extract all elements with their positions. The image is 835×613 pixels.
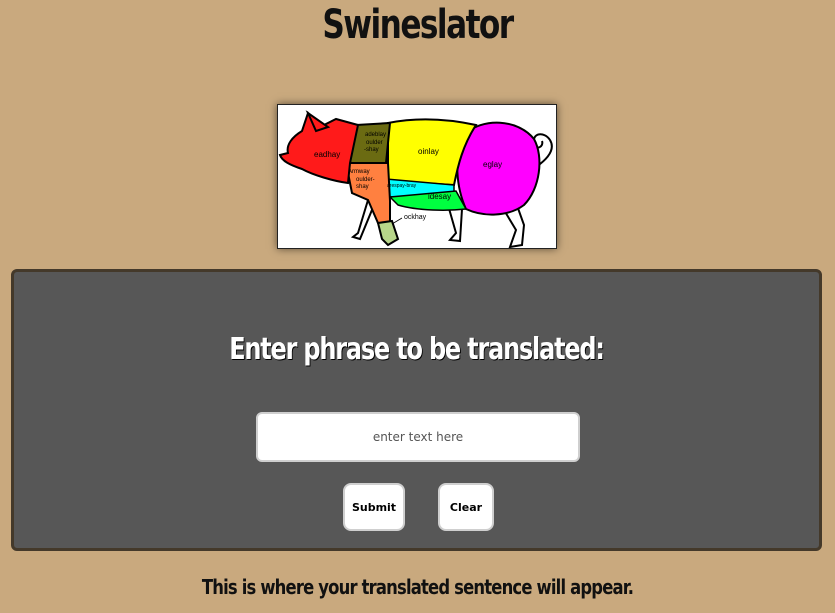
label-loin: oinlay xyxy=(418,147,439,156)
label-shoulder-blade-2: oulder xyxy=(366,140,383,146)
label-arm-1: Armway xyxy=(348,169,370,175)
label-spare-ribs: arespay-bray xyxy=(387,183,417,189)
pig-illustration: eadhay adeblay oulder -shay oinlay eglay… xyxy=(278,110,553,248)
pig-cuts-diagram: eadhay adeblay oulder -shay oinlay eglay… xyxy=(277,104,557,249)
pig-cut-hock xyxy=(376,219,400,247)
submit-button[interactable]: Submit xyxy=(343,483,405,531)
label-hock: ockhay xyxy=(404,214,427,221)
label-arm-2: oulder- xyxy=(356,177,375,183)
label-hock-pointer xyxy=(391,217,403,225)
translator-prompt: Enter phrase to be translated: xyxy=(229,332,605,367)
label-side: idesay xyxy=(428,192,451,201)
clear-button[interactable]: Clear xyxy=(438,483,494,531)
translation-output: This is where your translated sentence w… xyxy=(201,575,634,599)
label-shoulder-blade-1: adeblay xyxy=(365,132,386,138)
label-leg: eglay xyxy=(483,160,502,169)
label-arm-3: shay xyxy=(356,184,369,190)
label-shoulder-blade-3: -shay xyxy=(364,147,379,153)
translator-panel: Enter phrase to be translated: Submit Cl… xyxy=(11,269,822,551)
label-head: eadhay xyxy=(314,150,340,159)
phrase-input[interactable] xyxy=(256,412,580,462)
app-title: Swineslator xyxy=(322,2,514,48)
